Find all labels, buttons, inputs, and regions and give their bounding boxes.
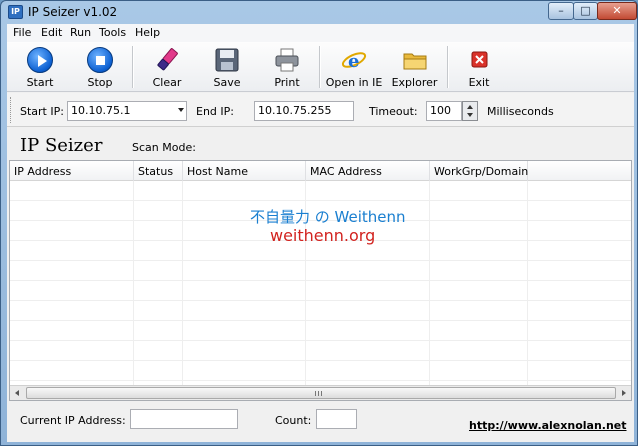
grid-line [182, 181, 183, 385]
toolbar-separator [319, 46, 321, 88]
grid-line [10, 200, 631, 201]
grid-line [10, 260, 631, 261]
end-ip-value: 10.10.75.255 [258, 104, 332, 117]
scroll-right-icon[interactable] [622, 390, 626, 396]
timeout-input[interactable]: 100 [426, 101, 462, 121]
menu-bar: File Edit Run Tools Help [7, 24, 634, 42]
list-rows: 不自量力 の Weithenn weithenn.org [10, 181, 631, 385]
results-list[interactable]: IP Address Status Host Name MAC Address … [9, 160, 632, 401]
floppy-disk-icon [214, 47, 240, 73]
clear-label: Clear [152, 76, 182, 89]
scan-mode-label: Scan Mode: [132, 141, 196, 154]
toolbar: Start Stop Clear Save Print e Open in IE… [7, 42, 634, 92]
play-icon [27, 47, 53, 73]
scrollbar-thumb[interactable] [26, 387, 616, 399]
start-label: Start [26, 76, 54, 89]
start-button[interactable]: Start [15, 44, 65, 90]
timeout-spinner[interactable] [462, 101, 478, 121]
svg-text:e: e [348, 51, 359, 72]
watermark-text: 不自量力 の Weithenn [250, 208, 406, 226]
grid-line [527, 181, 528, 385]
app-window: IP IP Seizer v1.02 – □ ✕ File Edit Run T… [0, 0, 638, 446]
close-button[interactable]: ✕ [597, 2, 637, 20]
header-bar: IP Seizer Scan Mode: [7, 127, 634, 159]
stop-button[interactable]: Stop [75, 44, 125, 90]
toolbar-separator [447, 46, 449, 88]
stop-label: Stop [87, 76, 113, 89]
timeout-unit-label: Milliseconds [487, 105, 554, 118]
toolbar-separator [132, 46, 134, 88]
exit-label: Exit [468, 76, 490, 89]
start-ip-label: Start IP: [20, 105, 64, 118]
window-title: IP Seizer v1.02 [28, 5, 118, 19]
list-header: IP Address Status Host Name MAC Address … [10, 161, 631, 181]
explorer-label: Explorer [391, 76, 438, 89]
menu-file[interactable]: File [13, 26, 31, 39]
folder-icon [402, 47, 428, 73]
printer-icon [274, 47, 300, 73]
grid-line [429, 181, 430, 385]
eraser-icon [154, 47, 180, 73]
timeout-value: 100 [430, 104, 451, 117]
count-label: Count: [275, 414, 312, 427]
page-title: IP Seizer [20, 135, 103, 156]
column-host-name[interactable]: Host Name [183, 161, 306, 181]
spin-down-icon[interactable] [467, 113, 473, 117]
toolbar-grip[interactable] [10, 97, 13, 123]
timeout-label: Timeout: [369, 105, 418, 118]
save-label: Save [213, 76, 241, 89]
menu-edit[interactable]: Edit [41, 26, 62, 39]
grid-line [10, 280, 631, 281]
grid-line [10, 340, 631, 341]
start-ip-combo[interactable]: 10.10.75.1 [67, 101, 187, 121]
grid-line [133, 181, 134, 385]
current-ip-field[interactable] [130, 409, 238, 429]
grip-icon [315, 391, 322, 396]
exit-icon [466, 47, 492, 73]
stop-icon [87, 47, 113, 73]
menu-tools[interactable]: Tools [99, 26, 126, 39]
grid-line [10, 320, 631, 321]
title-bar[interactable]: IP IP Seizer v1.02 – □ ✕ [1, 1, 637, 23]
grid-line [10, 300, 631, 301]
scroll-left-icon[interactable] [15, 390, 19, 396]
column-workgroup-domain[interactable]: WorkGrp/Domain [430, 161, 528, 181]
open-in-ie-button[interactable]: e Open in IE [323, 44, 385, 90]
column-mac-address[interactable]: MAC Address [306, 161, 430, 181]
end-ip-input[interactable]: 10.10.75.255 [254, 101, 354, 121]
status-bar: Current IP Address: Count: http://www.al… [7, 402, 634, 442]
clear-button[interactable]: Clear [142, 44, 192, 90]
app-icon: IP [8, 5, 23, 19]
grid-line [10, 380, 631, 381]
client-area: File Edit Run Tools Help Start Stop Clea… [7, 24, 634, 442]
open-in-ie-label: Open in IE [325, 76, 383, 89]
parameter-bar: Start IP: 10.10.75.1 End IP: 10.10.75.25… [7, 93, 634, 127]
print-label: Print [274, 76, 300, 89]
internet-explorer-icon: e [341, 47, 367, 73]
save-button[interactable]: Save [202, 44, 252, 90]
spin-up-icon[interactable] [467, 105, 473, 109]
horizontal-scrollbar[interactable] [10, 385, 631, 400]
current-ip-label: Current IP Address: [20, 414, 126, 427]
maximize-button[interactable]: □ [573, 2, 598, 20]
count-field[interactable] [316, 409, 357, 429]
chevron-down-icon[interactable] [178, 108, 184, 112]
menu-help[interactable]: Help [135, 26, 160, 39]
website-link[interactable]: http://www.alexnolan.net [469, 419, 627, 432]
exit-button[interactable]: Exit [454, 44, 504, 90]
grid-line [10, 360, 631, 361]
minimize-button[interactable]: – [548, 2, 574, 20]
column-ip-address[interactable]: IP Address [10, 161, 134, 181]
watermark-url: weithenn.org [270, 226, 376, 245]
explorer-button[interactable]: Explorer [387, 44, 442, 90]
column-status[interactable]: Status [134, 161, 183, 181]
menu-run[interactable]: Run [70, 26, 91, 39]
start-ip-value: 10.10.75.1 [71, 104, 131, 117]
print-button[interactable]: Print [262, 44, 312, 90]
end-ip-label: End IP: [196, 105, 234, 118]
